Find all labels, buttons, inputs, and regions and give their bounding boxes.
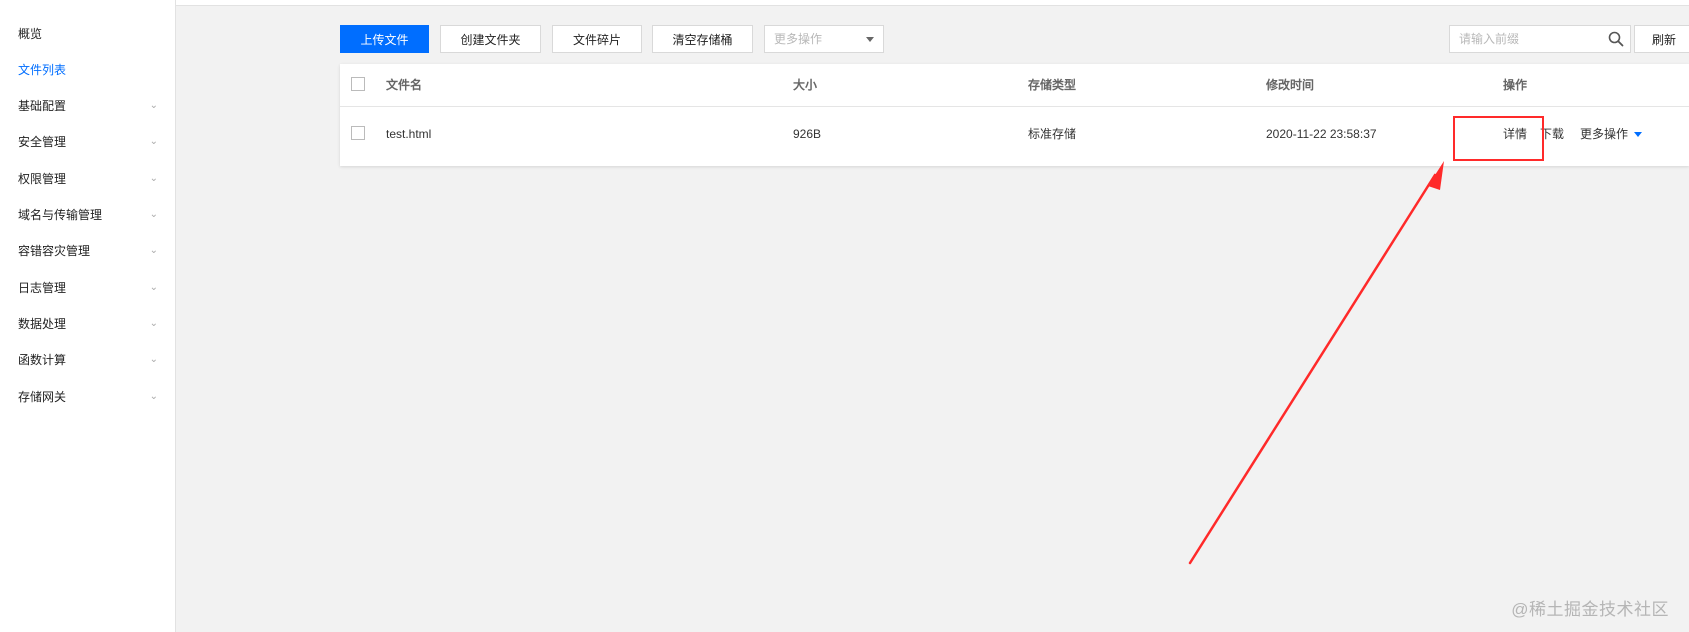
refresh-button[interactable]: 刷新: [1634, 25, 1689, 53]
header-name: 文件名: [386, 78, 423, 92]
chevron-down-icon: ⌄: [149, 209, 158, 220]
chevron-down-icon: ⌄: [149, 354, 158, 365]
file-size: 926B: [793, 127, 822, 141]
sidebar-item-basic-config[interactable]: 基础配置 ⌄: [18, 96, 158, 116]
sidebar-item-label: 函数计算: [18, 353, 67, 367]
table-header: 文件名 大小 存储类型 修改时间 操作: [340, 64, 1689, 107]
sidebar-item-fault-tolerance[interactable]: 容错容灾管理 ⌄: [18, 241, 158, 261]
header-storage-class: 存储类型: [1028, 78, 1077, 92]
chevron-down-icon: ⌄: [149, 136, 158, 147]
watermark: @稀土掘金技术社区: [1511, 600, 1669, 619]
sidebar-item-file-list[interactable]: 文件列表: [18, 60, 158, 80]
sidebar-item-label: 文件列表: [18, 63, 67, 77]
file-fragments-button[interactable]: 文件碎片: [552, 25, 642, 53]
more-actions-label: 更多操作: [1580, 127, 1629, 141]
modified-time: 2020-11-22 23:58:37: [1266, 127, 1377, 141]
sidebar-item-overview[interactable]: 概览: [18, 24, 158, 44]
sidebar: 概览 文件列表 基础配置 ⌄ 安全管理 ⌄ 权限管理 ⌄ 域名与传输管理 ⌄ 容…: [0, 0, 176, 632]
top-bar: [176, 0, 1689, 6]
search-input[interactable]: [1450, 26, 1609, 52]
search-icon[interactable]: [1608, 31, 1624, 47]
select-value: 更多操作: [774, 32, 823, 46]
sidebar-item-domain-transfer[interactable]: 域名与传输管理 ⌄: [18, 205, 158, 225]
sidebar-item-label: 安全管理: [18, 135, 67, 149]
search-box[interactable]: [1449, 25, 1631, 53]
annotation-highlight-box: [1453, 116, 1544, 161]
more-actions-link[interactable]: 更多操作: [1580, 124, 1643, 144]
sidebar-item-permissions[interactable]: 权限管理 ⌄: [18, 169, 158, 189]
chevron-down-icon: ⌄: [149, 173, 158, 184]
sidebar-item-label: 日志管理: [18, 281, 67, 295]
sidebar-item-logs[interactable]: 日志管理 ⌄: [18, 278, 158, 298]
sidebar-item-functions[interactable]: 函数计算 ⌄: [18, 350, 158, 370]
sidebar-item-label: 概览: [18, 27, 43, 41]
sidebar-item-label: 基础配置: [18, 99, 67, 113]
row-checkbox[interactable]: [351, 126, 365, 140]
caret-down-icon: [866, 37, 874, 42]
chevron-down-icon: ⌄: [149, 282, 158, 293]
more-actions-select[interactable]: 更多操作: [764, 25, 884, 53]
sidebar-item-label: 数据处理: [18, 317, 67, 331]
caret-down-icon: [1634, 132, 1643, 138]
chevron-down-icon: ⌄: [149, 391, 158, 402]
chevron-down-icon: ⌄: [149, 245, 158, 256]
sidebar-item-label: 存储网关: [18, 390, 67, 404]
clear-bucket-button[interactable]: 清空存储桶: [652, 25, 753, 53]
sidebar-item-label: 容错容灾管理: [18, 244, 91, 258]
create-folder-button[interactable]: 创建文件夹: [440, 25, 541, 53]
header-size: 大小: [793, 78, 818, 92]
select-all-checkbox[interactable]: [351, 77, 365, 91]
chevron-down-icon: ⌄: [149, 318, 158, 329]
sidebar-item-storage-gateway[interactable]: 存储网关 ⌄: [18, 387, 158, 407]
storage-class: 标准存储: [1028, 127, 1077, 141]
sidebar-item-label: 域名与传输管理: [18, 208, 103, 222]
sidebar-item-data-processing[interactable]: 数据处理 ⌄: [18, 314, 158, 334]
sidebar-item-security[interactable]: 安全管理 ⌄: [18, 132, 158, 152]
chevron-down-icon: ⌄: [149, 100, 158, 111]
upload-button[interactable]: 上传文件: [340, 25, 429, 53]
sidebar-item-label: 权限管理: [18, 172, 67, 186]
file-name[interactable]: test.html: [386, 124, 431, 144]
header-modified: 修改时间: [1266, 78, 1315, 92]
header-actions: 操作: [1503, 78, 1528, 92]
